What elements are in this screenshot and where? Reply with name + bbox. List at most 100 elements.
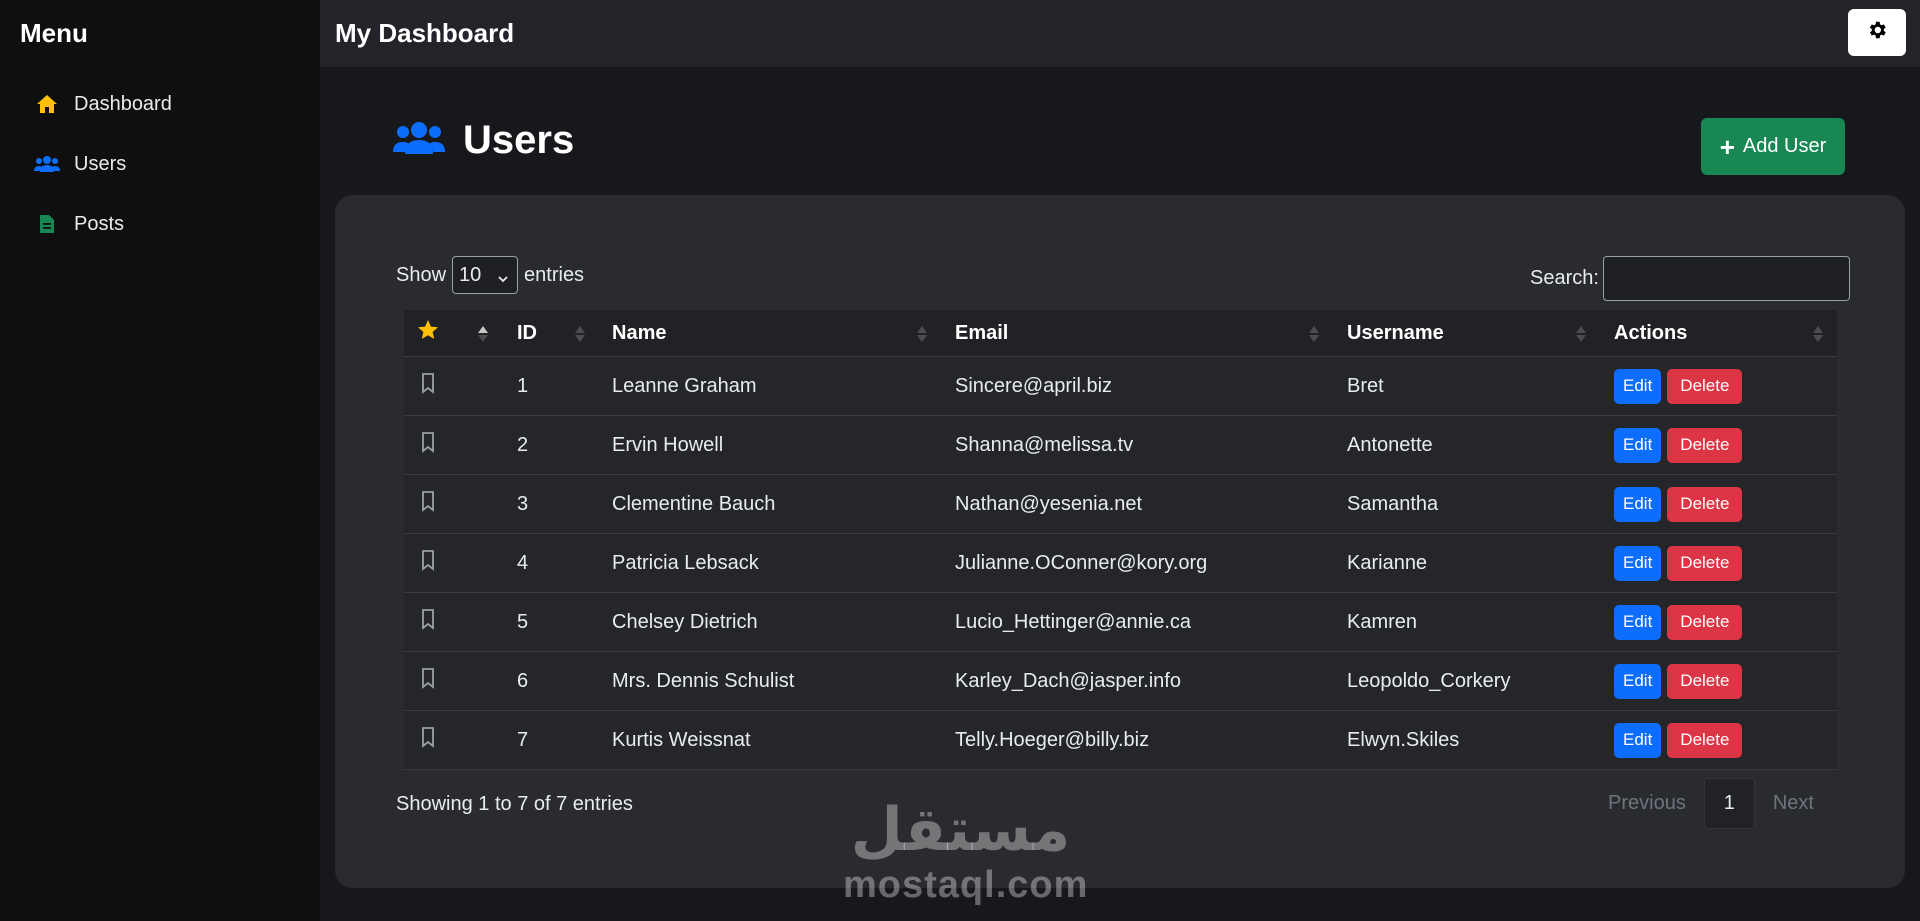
- edit-button[interactable]: Edit: [1614, 663, 1662, 699]
- delete-button[interactable]: Delete: [1667, 427, 1743, 463]
- topbar: My Dashboard: [320, 0, 1920, 67]
- file-icon: [34, 211, 60, 237]
- cell-email: Nathan@yesenia.net: [955, 492, 1143, 515]
- edit-button[interactable]: Edit: [1614, 368, 1662, 404]
- star-icon: [418, 320, 438, 339]
- row-actions: Edit Delete: [1614, 486, 1743, 522]
- sort-icon[interactable]: [574, 324, 586, 344]
- delete-button[interactable]: Delete: [1667, 486, 1743, 522]
- cell-email: Sincere@april.biz: [955, 374, 1113, 397]
- cell-name: Mrs. Dennis Schulist: [612, 669, 795, 692]
- bookmark-icon[interactable]: [416, 431, 440, 459]
- cell-username: Leopoldo_Corkery: [1347, 669, 1511, 692]
- row-actions: Edit Delete: [1614, 663, 1743, 699]
- cell-username: Elwyn.Skiles: [1347, 728, 1460, 751]
- cell-email: Lucio_Hettinger@annie.ca: [955, 610, 1192, 633]
- row-actions: Edit Delete: [1614, 545, 1743, 581]
- cell-name: Chelsey Dietrich: [612, 610, 758, 633]
- users-icon: [34, 151, 60, 177]
- entries-select[interactable]: 10: [452, 256, 519, 294]
- cell-username: Kamren: [1347, 610, 1418, 633]
- cell-username: Samantha: [1347, 492, 1439, 515]
- page-title: Users: [463, 118, 575, 162]
- chevron-down-icon: [497, 268, 509, 291]
- delete-button[interactable]: Delete: [1667, 604, 1743, 640]
- cell-name: Ervin Howell: [612, 433, 724, 456]
- sidebar-item-dashboard[interactable]: Dashboard: [34, 84, 172, 124]
- bookmark-icon[interactable]: [416, 549, 440, 577]
- cell-name: Clementine Bauch: [612, 492, 776, 515]
- cell-name: Patricia Lebsack: [612, 551, 759, 574]
- sort-icon[interactable]: [1575, 324, 1587, 344]
- mostaql-watermark: مستقل mostaql.com: [843, 795, 1089, 906]
- table-row: 5 Chelsey Dietrich Lucio_Hettinger@annie…: [404, 593, 1837, 652]
- cell-email: Shanna@melissa.tv: [955, 433, 1134, 456]
- sidebar-item-users[interactable]: Users: [34, 144, 126, 184]
- bookmark-icon[interactable]: [416, 372, 440, 400]
- pagination: Previous 1 Next: [1590, 778, 1832, 829]
- column-header-id[interactable]: ID: [517, 322, 537, 345]
- sidebar-item-label: Dashboard: [74, 92, 172, 115]
- gear-icon: [1866, 19, 1888, 46]
- sidebar-title: Menu: [20, 18, 88, 48]
- column-header-name[interactable]: Name: [612, 322, 666, 345]
- cell-id: 3: [517, 492, 529, 515]
- star-column-header[interactable]: [416, 318, 440, 348]
- delete-button[interactable]: Delete: [1667, 663, 1743, 699]
- table-row: 7 Kurtis Weissnat Telly.Hoeger@billy.biz…: [404, 711, 1837, 770]
- row-actions: Edit Delete: [1614, 722, 1743, 758]
- column-header-actions[interactable]: Actions: [1614, 322, 1687, 345]
- edit-button[interactable]: Edit: [1614, 722, 1662, 758]
- watermark-latin: mostaql.com: [843, 864, 1089, 906]
- edit-button[interactable]: Edit: [1614, 545, 1662, 581]
- sort-icon[interactable]: [1812, 324, 1824, 344]
- edit-button[interactable]: Edit: [1614, 427, 1662, 463]
- show-label: Show: [396, 263, 447, 286]
- next-page-button[interactable]: Next: [1755, 792, 1832, 815]
- cell-email: Karley_Dach@jasper.info: [955, 669, 1181, 692]
- sidebar: Menu Dashboard Users Posts: [0, 0, 320, 921]
- app-title: My Dashboard: [335, 18, 515, 48]
- search-label: Search:: [1530, 267, 1599, 289]
- sort-icon[interactable]: [1308, 324, 1320, 344]
- cell-id: 2: [517, 433, 529, 456]
- cell-name: Leanne Graham: [612, 374, 757, 397]
- plus-icon: +: [1719, 131, 1735, 162]
- bookmark-icon[interactable]: [416, 608, 440, 636]
- bookmark-icon[interactable]: [416, 490, 440, 518]
- add-user-button[interactable]: + Add User: [1701, 118, 1845, 175]
- delete-button[interactable]: Delete: [1667, 368, 1743, 404]
- table-row: 1 Leanne Graham Sincere@april.biz Bret E…: [404, 357, 1837, 416]
- bookmark-icon[interactable]: [416, 667, 440, 695]
- sort-asc-icon[interactable]: [477, 324, 489, 344]
- sidebar-item-posts[interactable]: Posts: [34, 204, 124, 244]
- entries-length-control: Show 10 entries: [396, 256, 584, 294]
- table-row: 2 Ervin Howell Shanna@melissa.tv Antonet…: [404, 416, 1837, 475]
- row-actions: Edit Delete: [1614, 604, 1743, 640]
- users-table: ID Name Email Username Actions 1 Leanne …: [404, 310, 1837, 770]
- cell-email: Telly.Hoeger@billy.biz: [955, 728, 1150, 751]
- cell-id: 6: [517, 669, 529, 692]
- cell-email: Julianne.OConner@kory.org: [955, 551, 1208, 574]
- cell-id: 7: [517, 728, 529, 751]
- previous-page-button[interactable]: Previous: [1590, 792, 1704, 815]
- settings-button[interactable]: [1848, 9, 1906, 56]
- delete-button[interactable]: Delete: [1667, 722, 1743, 758]
- row-actions: Edit Delete: [1614, 427, 1743, 463]
- edit-button[interactable]: Edit: [1614, 486, 1662, 522]
- search-input[interactable]: [1602, 256, 1850, 301]
- cell-username: Karianne: [1347, 551, 1428, 574]
- search-control: Search:: [1530, 256, 1850, 301]
- edit-button[interactable]: Edit: [1614, 604, 1662, 640]
- table-row: 3 Clementine Bauch Nathan@yesenia.net Sa…: [404, 475, 1837, 534]
- sort-icon[interactable]: [916, 324, 928, 344]
- delete-button[interactable]: Delete: [1667, 545, 1743, 581]
- bookmark-icon[interactable]: [416, 726, 440, 754]
- page-1-button[interactable]: 1: [1703, 778, 1755, 829]
- entries-value: 10: [459, 263, 482, 286]
- column-header-username[interactable]: Username: [1347, 322, 1444, 345]
- sidebar-item-label: Posts: [74, 212, 125, 235]
- home-icon: [34, 91, 60, 117]
- users-icon: [393, 118, 445, 163]
- column-header-email[interactable]: Email: [955, 322, 1008, 345]
